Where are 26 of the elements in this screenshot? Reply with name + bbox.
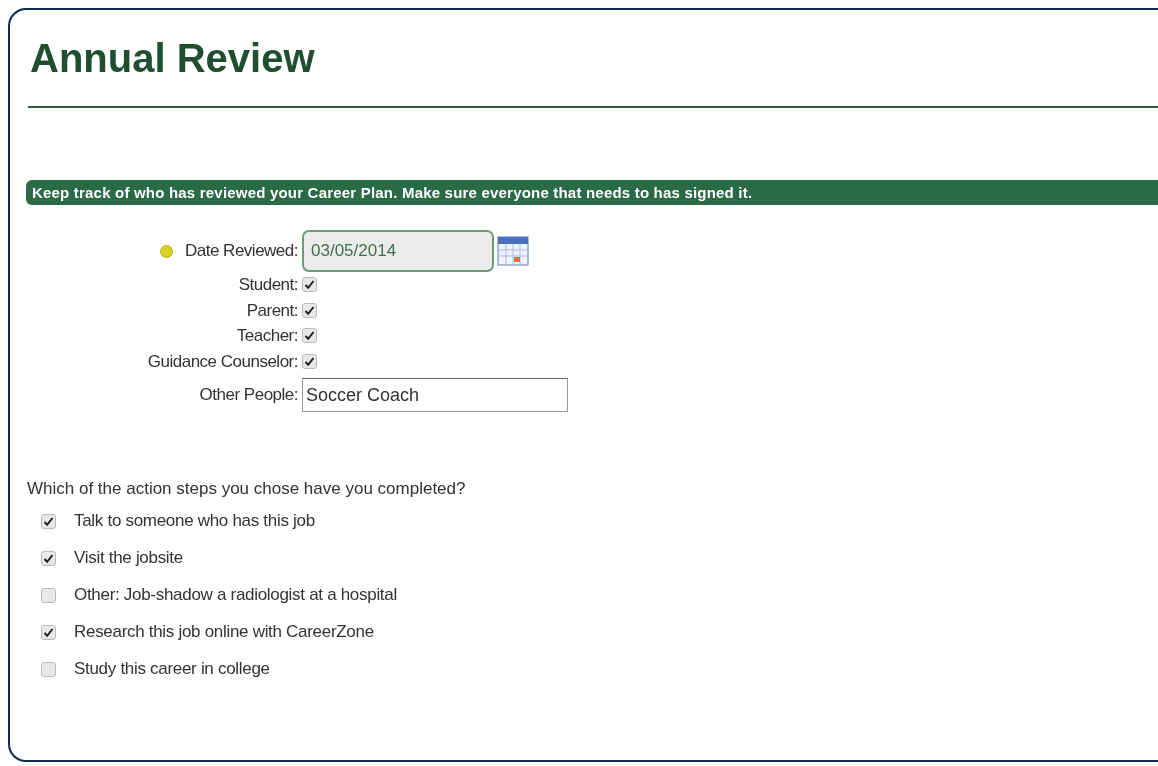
field-label: Teacher: xyxy=(236,325,298,347)
option-label: Study this career in college xyxy=(74,658,270,681)
option-label: Other: Job-shadow a radiologist at a hospital xyxy=(74,584,397,607)
text-field[interactable]: Soccer Coach xyxy=(302,378,568,412)
checkbox[interactable] xyxy=(41,624,56,640)
option-label: Talk to someone who has this job xyxy=(74,510,315,533)
checkbox[interactable] xyxy=(41,587,56,603)
option-label: Research this job online with CareerZone xyxy=(74,621,374,644)
field-label: Guidance Counselor: xyxy=(147,350,298,373)
question-text: Which of the action steps you chose have you completed? xyxy=(27,478,466,500)
page-title: Annual Review xyxy=(29,35,315,78)
checkbox[interactable] xyxy=(302,302,317,318)
field-label: Other People: xyxy=(199,384,298,407)
checkbox[interactable] xyxy=(41,661,56,677)
option-label: Visit the jobsite xyxy=(74,547,183,570)
date-field[interactable]: 03/05/2014 xyxy=(302,230,494,272)
checkbox[interactable] xyxy=(302,353,317,369)
field-label: Student: xyxy=(238,274,298,296)
calendar-icon[interactable] xyxy=(497,236,529,266)
checkbox[interactable] xyxy=(41,550,56,566)
field-label: Date Reviewed: xyxy=(185,240,298,263)
info-banner: Keep track of who has reviewed your Career Plan. Make sure everyone that needs to has signed it. xyxy=(26,180,1158,205)
checkbox[interactable] xyxy=(302,328,317,344)
checkbox[interactable] xyxy=(41,513,56,529)
field-label: Parent: xyxy=(246,299,298,322)
checkbox[interactable] xyxy=(302,277,317,293)
